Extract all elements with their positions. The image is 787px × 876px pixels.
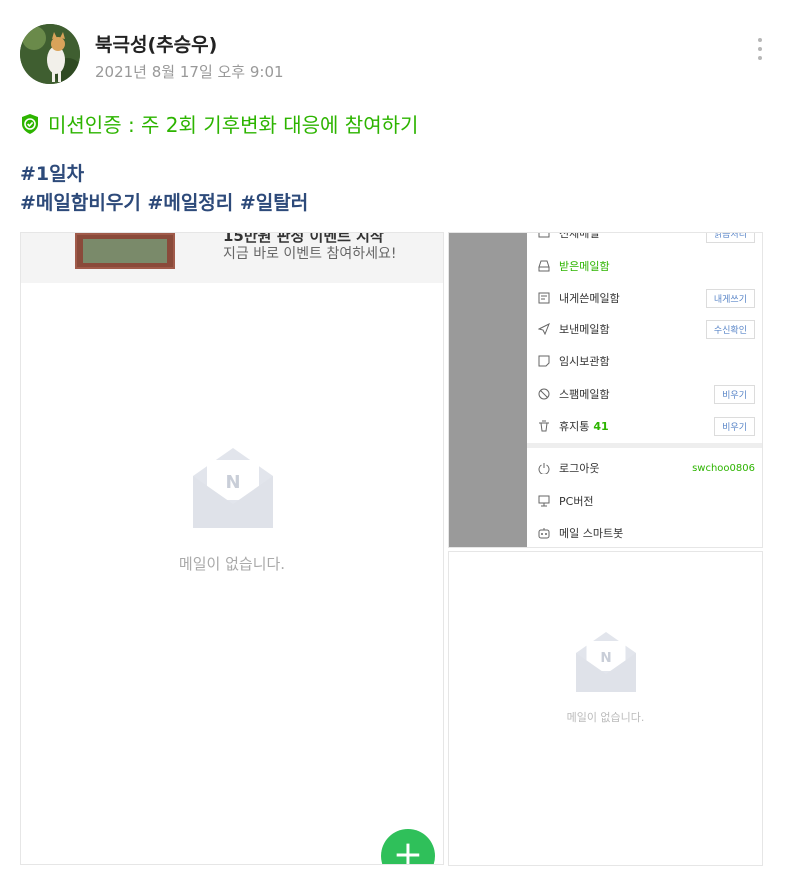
empty-mail-icon: N <box>193 448 273 528</box>
svg-text:N: N <box>225 472 240 493</box>
menu-item-sent[interactable]: 보낸메일함 수신확인 <box>537 319 755 339</box>
banner-image <box>75 233 175 269</box>
attached-image-right-top[interactable]: 전체메일 읽음처리 받은메일함 내게쓴메일함 내게쓰기 보낸메일함 수신확인 임… <box>448 232 763 548</box>
empty-trash-button[interactable]: 비우기 <box>714 416 755 436</box>
mission-line: 미션인증 : 주 2회 기후변화 대응에 참여하기 <box>20 109 418 138</box>
monitor-icon <box>537 494 551 508</box>
menu-item-drafts[interactable]: 임시보관함 <box>537 351 755 371</box>
more-options-icon[interactable] <box>754 38 766 66</box>
memo-icon <box>537 291 551 305</box>
send-icon <box>537 322 551 336</box>
bot-icon <box>537 526 551 540</box>
write-to-self-button[interactable]: 내게쓰기 <box>705 288 755 308</box>
mail-icon <box>537 233 551 240</box>
avatar[interactable] <box>20 24 80 84</box>
menu-item-trash[interactable]: 휴지통 41 비우기 <box>537 416 755 436</box>
inbox-icon <box>537 259 551 273</box>
trash-count: 41 <box>593 420 609 433</box>
trash-label: 휴지통 <box>559 420 590 433</box>
read-receipt-button[interactable]: 수신확인 <box>705 319 755 339</box>
empty-mail-text: 메일이 없습니다. <box>566 711 645 724</box>
spam-icon <box>537 387 551 401</box>
empty-mail-text: 메일이 없습니다. <box>178 555 286 573</box>
menu-item-smartbot[interactable]: 메일 스마트봇 <box>537 523 755 543</box>
svg-text:N: N <box>600 650 611 666</box>
user-id: swchoo0806 <box>692 462 755 474</box>
trash-icon <box>537 419 551 433</box>
menu-divider <box>527 443 762 448</box>
hashtag-line-2[interactable]: #메일함비우기 #메일정리 #일탈러 <box>20 189 308 218</box>
compose-fab-button[interactable]: + <box>381 829 435 864</box>
banner-subtitle: 지금 바로 이벤트 참여하세요! <box>223 246 397 262</box>
overlay-panel <box>449 233 527 547</box>
author-name[interactable]: 북극성(추승우) <box>95 30 217 57</box>
power-icon <box>537 461 551 475</box>
attached-image-right-bottom[interactable]: N 메일이 없습니다. <box>448 551 763 866</box>
menu-item-all-mail[interactable]: 전체메일 읽음처리 <box>537 233 755 243</box>
mark-read-button[interactable]: 읽음처리 <box>705 233 755 243</box>
menu-item-spam[interactable]: 스팸메일함 비우기 <box>537 384 755 404</box>
hashtag-line-1[interactable]: #1일차 <box>20 160 308 189</box>
menu-item-self-mail[interactable]: 내게쓴메일함 내게쓰기 <box>537 288 755 308</box>
menu-item-logout[interactable]: 로그아웃 swchoo0806 <box>537 458 755 478</box>
attached-image-left[interactable]: 15만원 판정 이벤트 시작 지금 바로 이벤트 참여하세요! N 메일이 없습… <box>20 232 444 865</box>
event-banner: 15만원 판정 이벤트 시작 지금 바로 이벤트 참여하세요! <box>21 233 443 283</box>
draft-icon <box>537 354 551 368</box>
post-timestamp: 2021년 8월 17일 오후 9:01 <box>95 63 284 81</box>
empty-mail-icon: N <box>576 632 636 692</box>
empty-spam-button[interactable]: 비우기 <box>714 384 755 404</box>
menu-item-inbox[interactable]: 받은메일함 <box>537 256 755 276</box>
menu-item-pc-version[interactable]: PC버전 <box>537 491 755 511</box>
hashtags: #1일차 #메일함비우기 #메일정리 #일탈러 <box>20 160 308 218</box>
mission-text: 미션인증 : 주 2회 기후변화 대응에 참여하기 <box>48 113 419 137</box>
shield-check-icon <box>22 113 38 134</box>
